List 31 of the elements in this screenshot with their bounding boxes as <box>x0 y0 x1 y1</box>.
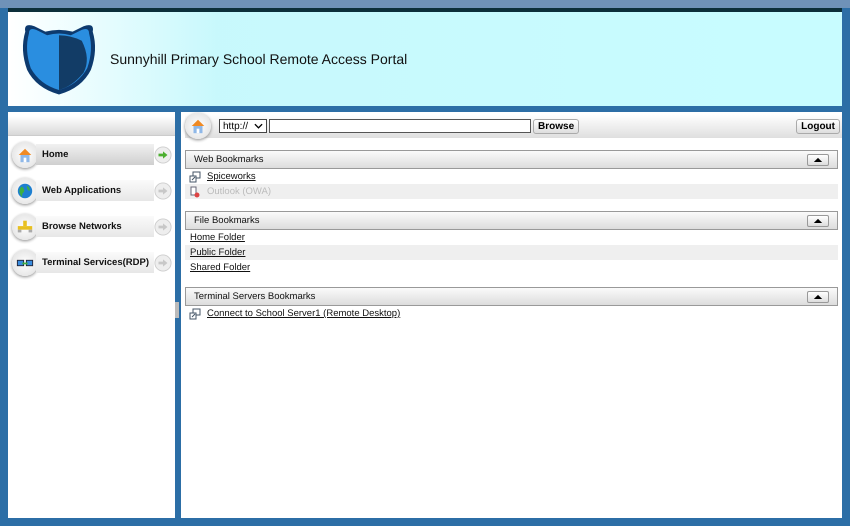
globe-icon <box>16 182 34 200</box>
chevron-down-icon <box>254 123 264 129</box>
bookmark-link[interactable]: Public Folder <box>190 247 246 258</box>
house-icon[interactable] <box>189 117 207 135</box>
bookmark-link[interactable]: Home Folder <box>190 232 245 243</box>
bookmark-link[interactable]: Shared Folder <box>190 262 250 273</box>
bookmark-link[interactable]: Connect to School Server1 (Remote Desktop) <box>207 308 400 319</box>
triangle-up-icon <box>813 294 823 299</box>
collapse-button[interactable] <box>807 214 829 226</box>
triangle-up-icon <box>813 218 823 223</box>
nav-item[interactable]: Home <box>36 144 154 165</box>
nav-item[interactable]: Terminal Services(RDP) <box>36 252 154 273</box>
collapse-button[interactable] <box>807 290 829 302</box>
window-link-icon <box>189 308 201 320</box>
protocol-dropdown[interactable]: http:// <box>219 119 268 133</box>
portal-title: Sunnyhill Primary School Remote Access Portal <box>110 51 408 67</box>
nav-item[interactable]: Web Applications <box>36 180 154 201</box>
monitors-icon <box>16 258 34 266</box>
bookmark-link[interactable]: Spiceworks <box>207 171 256 182</box>
logout-button[interactable]: Logout <box>796 118 840 134</box>
section-title: Terminal Servers Bookmarks <box>194 291 316 302</box>
section-title: Web Bookmarks <box>194 154 264 165</box>
browse-button[interactable]: Browse <box>533 118 580 134</box>
nav-item[interactable]: Browse Networks <box>36 216 154 237</box>
collapse-button[interactable] <box>807 154 829 166</box>
triangle-up-icon <box>813 157 823 162</box>
section-title: File Bookmarks <box>194 215 260 226</box>
network-icon <box>16 218 34 236</box>
page-error-icon <box>189 186 201 198</box>
window-link-icon <box>189 170 201 182</box>
url-field[interactable] <box>269 119 532 133</box>
